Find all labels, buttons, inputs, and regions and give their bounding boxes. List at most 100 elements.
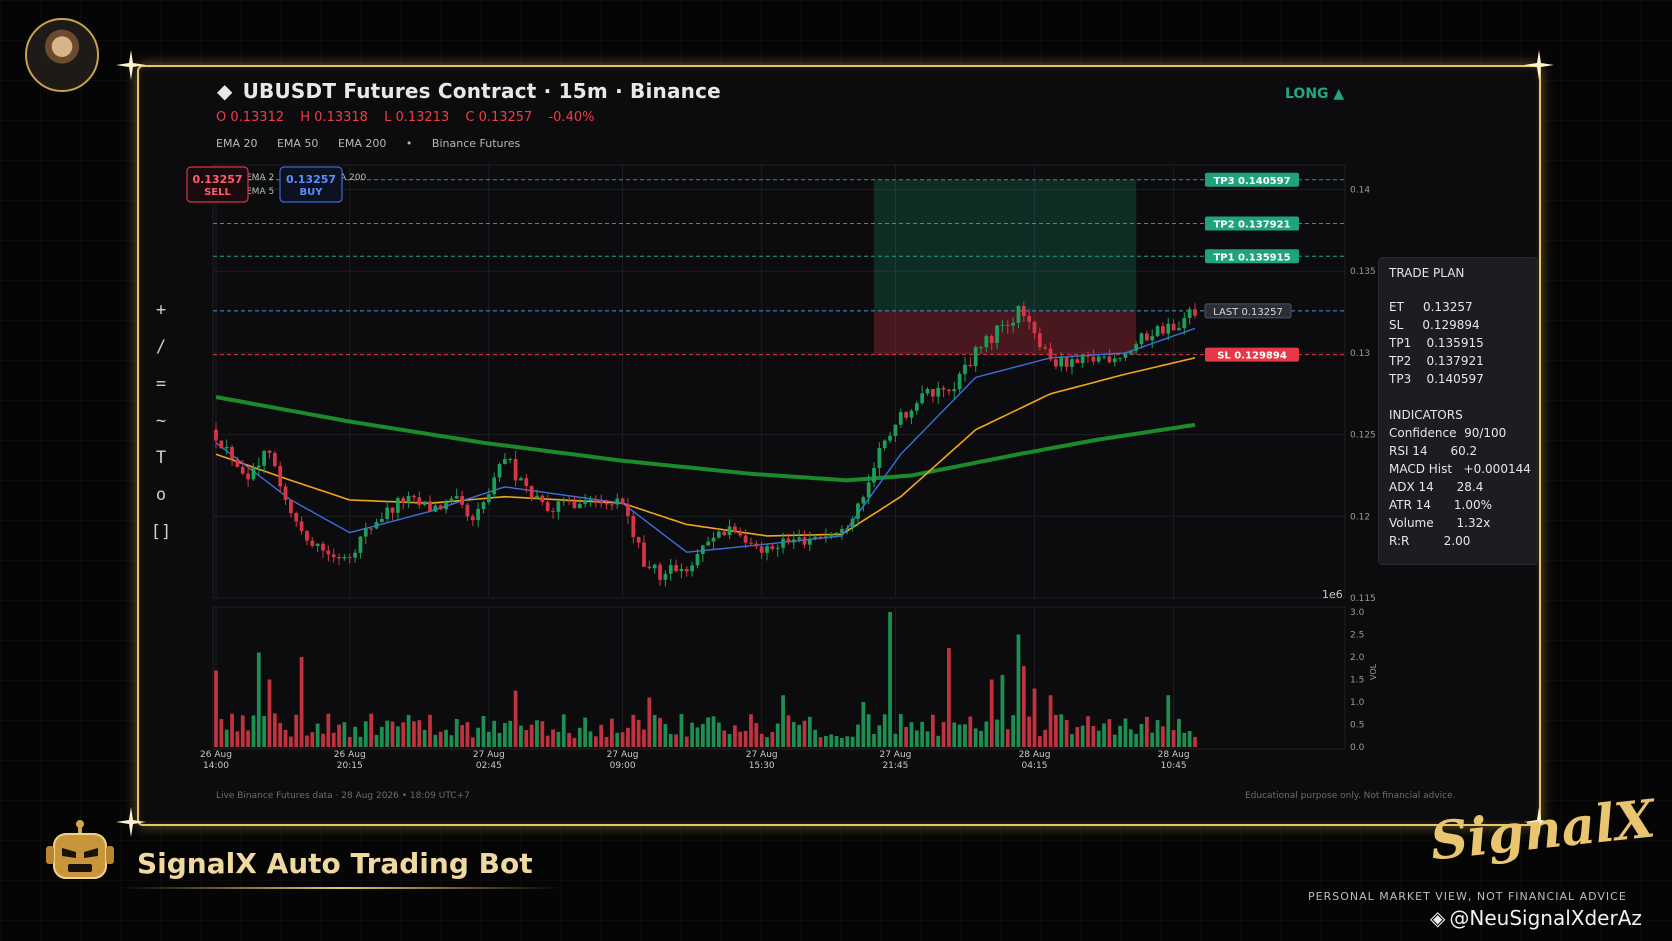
- volume-bar: [1182, 732, 1187, 747]
- candle-body: [214, 429, 218, 441]
- candle-body: [930, 389, 935, 397]
- candle-body: [1161, 326, 1165, 334]
- candle-body: [1054, 359, 1058, 367]
- volume-bar: [1128, 729, 1133, 747]
- candle-body: [845, 528, 850, 530]
- buy-label[interactable]: BUY: [300, 187, 324, 198]
- volume-bar: [524, 730, 529, 747]
- volume-bar: [219, 719, 224, 747]
- volume-bar: [577, 727, 582, 747]
- volume-bar: [1102, 723, 1106, 747]
- candle-body: [1000, 324, 1005, 326]
- trade-plan-title: TRADE PLAN: [1389, 266, 1465, 280]
- volume-bar: [379, 726, 384, 747]
- x-tick-date: 27 Aug: [473, 750, 505, 760]
- volume-bar: [770, 731, 775, 747]
- volume-bar: [599, 724, 604, 747]
- trade-plan-row: TP3 0.140597: [1389, 372, 1484, 386]
- volume-bar: [615, 732, 620, 747]
- volume-bar: [561, 714, 566, 747]
- bot-name: SignalX Auto Trading Bot: [137, 847, 533, 880]
- volume-bar: [791, 722, 796, 747]
- candle-body: [1032, 321, 1037, 334]
- candle-body: [524, 478, 529, 486]
- candle-body: [984, 336, 989, 348]
- volume-bar: [845, 736, 850, 747]
- sell-price[interactable]: 0.13257: [192, 173, 242, 186]
- volume-bar: [513, 690, 518, 747]
- volume-bar: [893, 733, 898, 747]
- volume-bar: [807, 716, 812, 747]
- volume-bar: [337, 724, 341, 747]
- candle-body: [904, 412, 908, 418]
- volume-bar: [214, 670, 218, 747]
- candle-body: [1144, 333, 1149, 341]
- volume-bar: [1123, 718, 1128, 747]
- stop-loss-zone: [874, 310, 1137, 355]
- volume-bar: [904, 726, 908, 747]
- volume-bar: [877, 725, 882, 747]
- trade-plan-panel: TRADE PLAN ET 0.13257 SL 0.129894 TP1 0.…: [1378, 257, 1538, 565]
- candle-body: [626, 504, 630, 516]
- candle-body: [947, 389, 951, 392]
- volume-bar: [1118, 725, 1122, 747]
- social-handle[interactable]: ◈ @NeuSignalXderAz: [1430, 906, 1642, 930]
- binance-icon: ◈: [1430, 906, 1446, 930]
- volume-bar: [417, 720, 422, 747]
- candle-body: [551, 510, 555, 512]
- volume-bar: [674, 734, 678, 747]
- candle-body: [829, 534, 834, 537]
- candle-body: [765, 546, 769, 553]
- volume-bar: [754, 723, 759, 747]
- y-tick-label: 0.14: [1350, 186, 1370, 196]
- sell-label[interactable]: SELL: [204, 187, 231, 198]
- candle-body: [240, 466, 245, 474]
- volume-bar: [957, 724, 962, 747]
- volume-bar: [711, 716, 716, 747]
- candle-body: [642, 542, 646, 567]
- volume-bar: [1011, 715, 1015, 747]
- volume-bar: [1096, 730, 1101, 747]
- legend-fragment: EMA 5: [246, 187, 274, 197]
- candle-body: [775, 547, 780, 549]
- volume-bar: [930, 714, 935, 747]
- volume-tick-label: 1.0: [1350, 698, 1365, 708]
- candle-body: [749, 542, 753, 544]
- volume-bar: [947, 648, 951, 747]
- candle-body: [305, 530, 309, 541]
- candle-body: [235, 459, 240, 467]
- volume-bar: [963, 724, 967, 747]
- volume-bar: [813, 729, 818, 747]
- volume-bar: [941, 722, 946, 747]
- data-source-note: Live Binance Futures data · 28 Aug 2026 …: [216, 791, 470, 801]
- level-tag-label: LAST 0.13257: [1213, 307, 1283, 318]
- volume-bar: [1134, 733, 1139, 747]
- volume-bar: [872, 733, 876, 747]
- volume-bar: [652, 715, 657, 747]
- take-profit-zone: [874, 179, 1137, 311]
- candle-body: [385, 507, 390, 519]
- buy-price[interactable]: 0.13257: [286, 173, 336, 186]
- candle-body: [861, 497, 866, 504]
- trade-plan-row: TP2 0.137921: [1389, 354, 1484, 368]
- candle-body: [1096, 356, 1101, 362]
- volume-bar: [647, 697, 652, 747]
- x-tick-time: 21:45: [882, 761, 908, 771]
- candle-body: [396, 498, 400, 513]
- x-tick-time: 20:15: [337, 761, 363, 771]
- volume-bar: [406, 714, 411, 747]
- level-tag-label: TP1 0.135915: [1213, 252, 1290, 263]
- candle-body: [412, 495, 416, 498]
- level-tag-label: TP3 0.140597: [1213, 176, 1290, 187]
- volume-bar: [1059, 714, 1064, 747]
- candle-body: [952, 389, 957, 392]
- candle-body: [1139, 333, 1144, 345]
- candle-body: [278, 466, 283, 487]
- candle-body: [358, 536, 363, 553]
- candle-body: [1166, 323, 1171, 334]
- trade-plan-row: SL 0.129894: [1389, 318, 1480, 332]
- candle-body: [577, 503, 582, 509]
- candle-body: [513, 459, 518, 481]
- y-tick-label: 0.13: [1350, 349, 1370, 359]
- volume-bar: [952, 722, 957, 747]
